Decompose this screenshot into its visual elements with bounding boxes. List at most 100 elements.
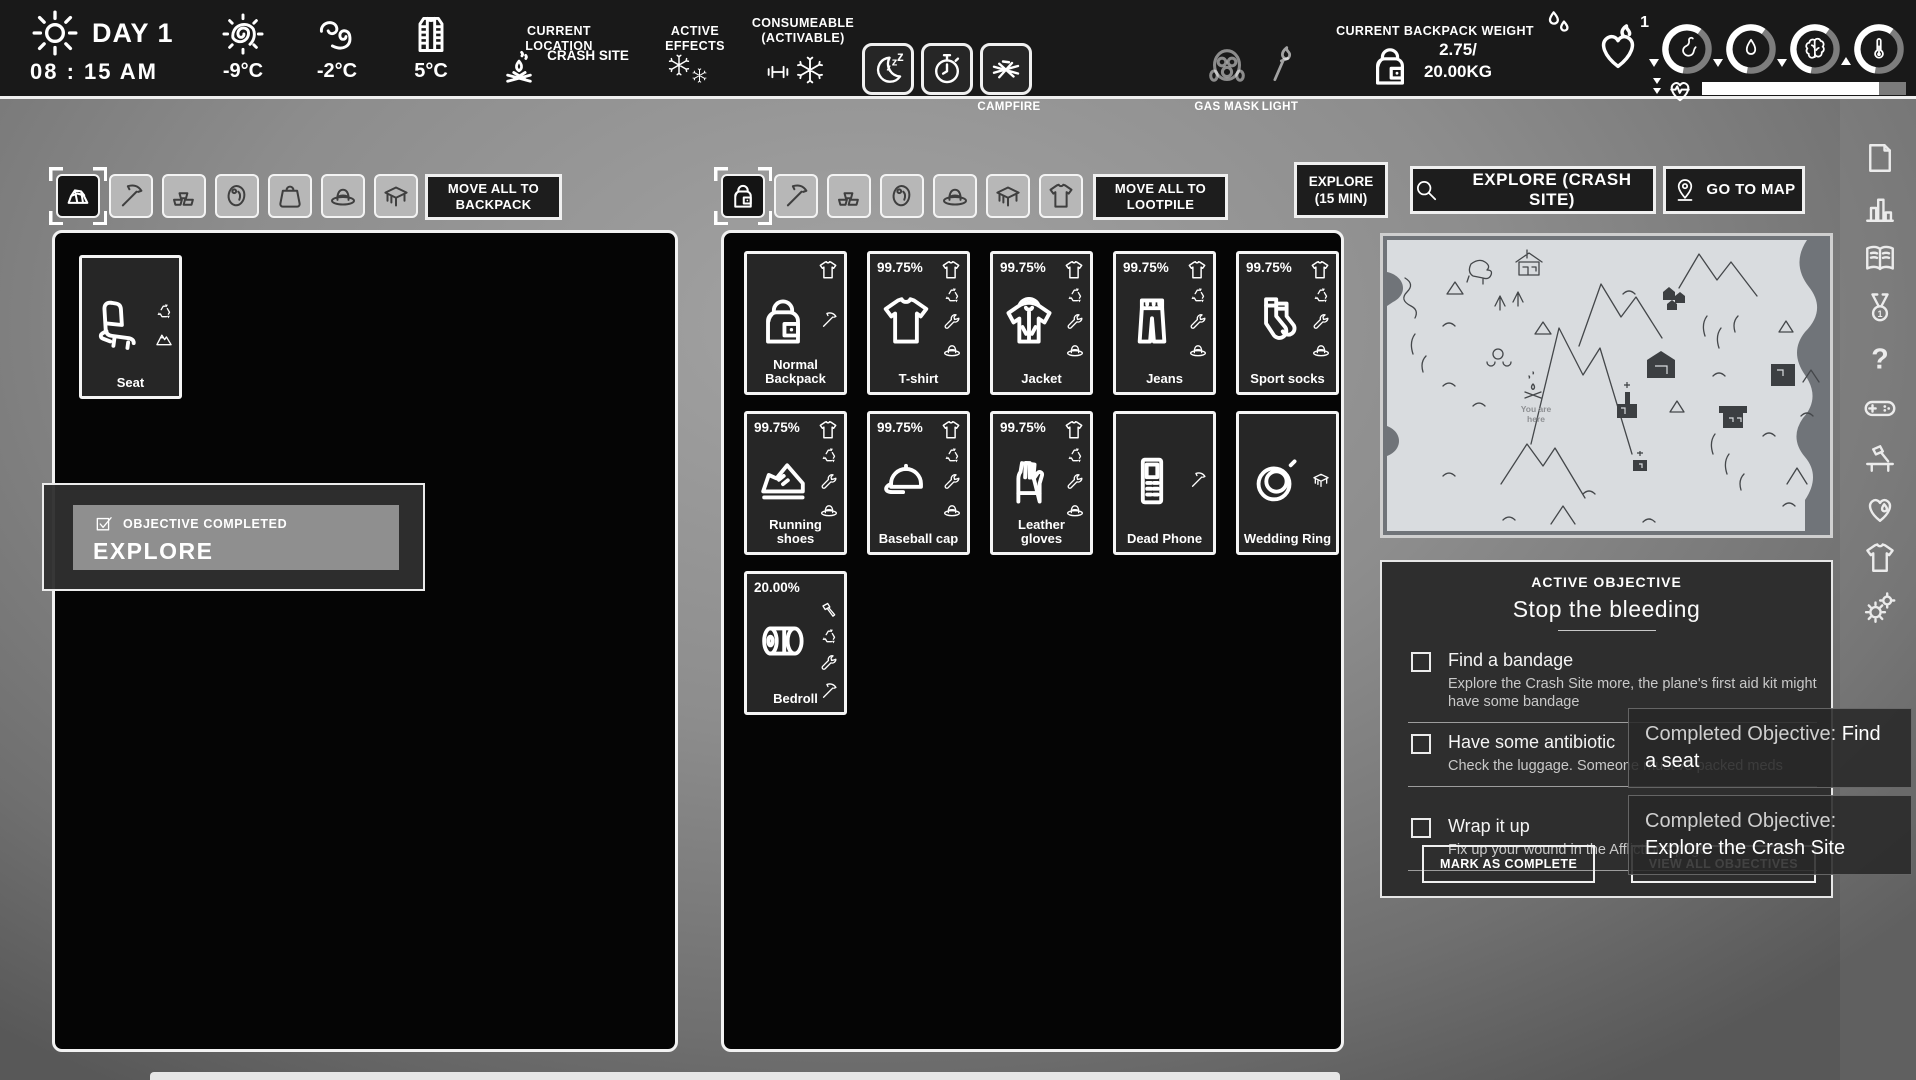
tshirt-icon: [1063, 259, 1085, 281]
temperature-wind: -2°C: [304, 12, 370, 82]
equip-slot-icon[interactable]: [940, 259, 962, 281]
journal-icon: [1862, 140, 1898, 176]
filter-hat-tab[interactable]: [321, 174, 365, 218]
phone-icon: [1123, 450, 1181, 512]
item-card[interactable]: 99.75%Leather gloves: [990, 411, 1093, 555]
move-all-to-backpack-button[interactable]: MOVE ALL TO BACKPACK: [425, 174, 562, 220]
item-card[interactable]: 99.75%Baseball cap: [867, 411, 970, 555]
item-card[interactable]: 99.75%T-shirt: [867, 251, 970, 395]
condition-percent: 99.75%: [754, 420, 800, 435]
item-action-icons[interactable]: [819, 446, 840, 520]
item-name: Seat: [85, 376, 176, 390]
backpack-filter-bar: [721, 174, 1083, 218]
filter-backpack-tab[interactable]: [721, 174, 765, 218]
bedroll-icon: [754, 610, 812, 672]
item-action-icons[interactable]: [942, 286, 963, 360]
sidebar-achievements-button[interactable]: [1862, 290, 1898, 326]
explore-crash-site-button[interactable]: EXPLORE (CRASH SITE): [1410, 166, 1656, 214]
loot-icon: [63, 181, 93, 211]
equip-slot-icon[interactable]: [940, 419, 962, 441]
filter-food-tab[interactable]: [880, 174, 924, 218]
item-action-icons[interactable]: [1065, 286, 1086, 360]
sidebar-controls-button[interactable]: [1862, 390, 1898, 426]
gas-mask-icon[interactable]: [1204, 44, 1250, 90]
sidebar-stats-button[interactable]: [1862, 190, 1898, 226]
item-card[interactable]: 99.75%Jeans: [1113, 251, 1216, 395]
sidebar-health-button[interactable]: [1862, 490, 1898, 526]
guide-icon: [1862, 240, 1898, 276]
item-action-icons[interactable]: [1311, 470, 1332, 490]
vital-gauge-temperature: [1852, 22, 1906, 76]
item-action-icons[interactable]: [942, 446, 963, 520]
sidebar-help-button[interactable]: [1862, 340, 1898, 376]
sidebar-journal-button[interactable]: [1862, 140, 1898, 176]
wrench-icon: [819, 654, 839, 674]
item-card[interactable]: 99.75%Running shoes: [744, 411, 847, 555]
wait-button[interactable]: [921, 43, 973, 95]
dumbbell-icon[interactable]: [764, 58, 792, 86]
sidebar-crafting-button[interactable]: [1862, 440, 1898, 476]
tshirt-icon: [817, 259, 839, 281]
move-all-to-lootpile-button[interactable]: MOVE ALL TO LOOTPILE: [1093, 174, 1228, 220]
equip-slot-icon[interactable]: [817, 259, 839, 281]
go-to-map-button[interactable]: GO TO MAP: [1663, 166, 1805, 214]
item-action-icons[interactable]: [1311, 286, 1332, 360]
item-name: Dead Phone: [1119, 532, 1210, 546]
sleep-button[interactable]: [862, 43, 914, 95]
item-card[interactable]: Seat: [79, 255, 182, 399]
explore-15min-button[interactable]: EXPLORE (15 MIN): [1294, 162, 1388, 218]
sidebar-settings-button[interactable]: [1862, 590, 1898, 626]
filter-weight-tab[interactable]: [268, 174, 312, 218]
sidebar-guide-button[interactable]: [1862, 240, 1898, 276]
item-card[interactable]: 20.00%Bedroll: [744, 571, 847, 715]
task-checkbox[interactable]: [1411, 652, 1431, 672]
filter-loot-tab[interactable]: [56, 174, 100, 218]
pickaxe-icon: [819, 310, 839, 330]
equip-slot-icon[interactable]: [1309, 259, 1331, 281]
condition-percent: 99.75%: [1000, 420, 1046, 435]
item-card[interactable]: 99.75%Sport socks: [1236, 251, 1339, 395]
item-card[interactable]: Wedding Ring: [1236, 411, 1339, 555]
bleeding-status-icon: 1: [1592, 22, 1644, 74]
backpack-item-icon: [754, 290, 812, 352]
filter-materials-tab[interactable]: [162, 174, 206, 218]
item-card[interactable]: Normal Backpack: [744, 251, 847, 395]
item-action-icons[interactable]: [1065, 446, 1086, 520]
task-checkbox[interactable]: [1411, 734, 1431, 754]
light-torch-icon[interactable]: [1260, 42, 1302, 84]
sidebar-outfit-button[interactable]: [1862, 540, 1898, 576]
snowflake-consumable-icon[interactable]: [796, 56, 824, 84]
item-name: Bedroll: [750, 692, 841, 706]
filter-hat-tab[interactable]: [933, 174, 977, 218]
filter-furniture-tab[interactable]: [374, 174, 418, 218]
gloves-item-icon: [1000, 450, 1058, 512]
mark-as-complete-button[interactable]: MARK AS COMPLETE: [1422, 845, 1595, 883]
world-map-preview[interactable]: You are here: [1380, 233, 1833, 538]
item-card[interactable]: Dead Phone: [1113, 411, 1216, 555]
item-action-icons[interactable]: [1188, 470, 1209, 490]
item-card[interactable]: 99.75%Jacket: [990, 251, 1093, 395]
filter-tshirt-tab[interactable]: [1039, 174, 1083, 218]
filter-food-tab[interactable]: [215, 174, 259, 218]
filter-pickaxe-tab[interactable]: [109, 174, 153, 218]
hat-icon: [942, 340, 962, 360]
temperature-value: -2°C: [304, 60, 370, 82]
item-action-icons[interactable]: [819, 310, 840, 330]
item-action-icons[interactable]: [154, 302, 175, 349]
filter-furniture-tab[interactable]: [986, 174, 1030, 218]
health-bar: [1702, 82, 1906, 95]
task-checkbox[interactable]: [1411, 818, 1431, 838]
item-action-icons[interactable]: [1188, 286, 1209, 360]
time-action-buttons: [862, 43, 1032, 95]
vital-gauges: [1660, 22, 1906, 76]
clock-time: 08 : 15 AM: [30, 60, 158, 84]
objective-completed-highlight: OBJECTIVE COMPLETED EXPLORE: [73, 505, 399, 570]
equip-slot-icon[interactable]: [1186, 259, 1208, 281]
equip-slot-icon[interactable]: [817, 419, 839, 441]
item-action-icons[interactable]: [819, 600, 840, 701]
campfire-button[interactable]: [980, 43, 1032, 95]
filter-materials-tab[interactable]: [827, 174, 871, 218]
filter-pickaxe-tab[interactable]: [774, 174, 818, 218]
equip-slot-icon[interactable]: [1063, 419, 1085, 441]
equip-slot-icon[interactable]: [1063, 259, 1085, 281]
